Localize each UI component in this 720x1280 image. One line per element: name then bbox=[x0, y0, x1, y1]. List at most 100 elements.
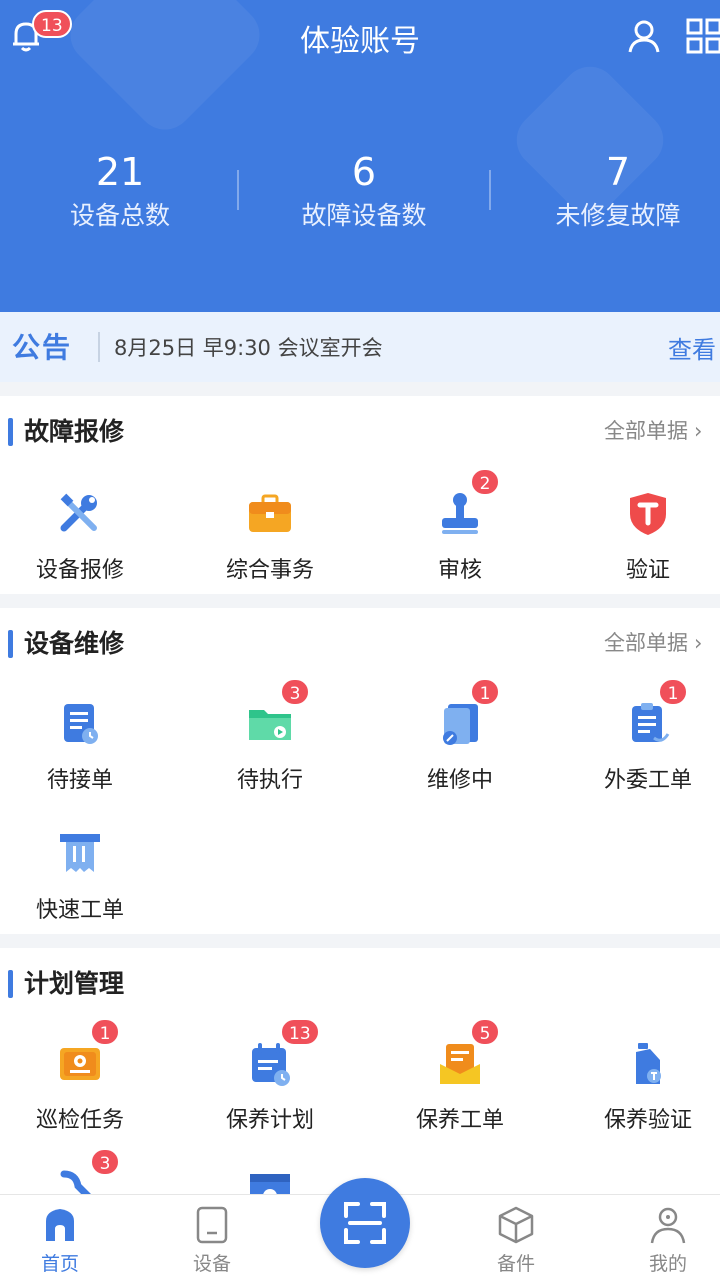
announcement-tag: 公告 bbox=[12, 331, 73, 364]
section-title: 计划管理 bbox=[24, 969, 125, 998]
app-page: 13 体验账号 21 设备总数 6 故障设备数 7 未修复故障 公告 8月25日… bbox=[0, 0, 720, 1280]
nav-label: 我的 bbox=[648, 1253, 687, 1275]
chevron-right-icon: › bbox=[694, 631, 703, 655]
tile-label: 保养验证 bbox=[603, 1108, 692, 1133]
stat-total-devices[interactable]: 21 设备总数 bbox=[0, 148, 240, 236]
tile-label: 审核 bbox=[437, 558, 482, 583]
tile-device-repair[interactable]: 设备报修 bbox=[0, 490, 170, 610]
section-plan-management: 计划管理 1 巡检任务 13 保养计划 5 保养工单 保养验证 3 bbox=[0, 948, 720, 1214]
nav-devices[interactable]: 设备 bbox=[152, 1205, 272, 1276]
count-badge: 1 bbox=[90, 1018, 120, 1046]
tile-label: 综合事务 bbox=[225, 558, 314, 583]
stat-value: 21 bbox=[95, 150, 145, 194]
person-icon bbox=[650, 1207, 686, 1244]
stats-row: 21 设备总数 6 故障设备数 7 未修复故障 bbox=[0, 148, 720, 248]
stat-value: 7 bbox=[605, 150, 631, 194]
tablet-icon bbox=[196, 1206, 228, 1244]
tile-general-affairs[interactable]: 综合事务 bbox=[180, 490, 360, 610]
count-badge: 2 bbox=[470, 468, 500, 496]
announcement-text: 8月25日 早9:30 会议室开会 bbox=[114, 336, 383, 360]
count-badge: 1 bbox=[470, 678, 500, 706]
tile-pending-accept[interactable]: 待接单 bbox=[0, 700, 170, 820]
tile-label: 设备报修 bbox=[35, 558, 124, 583]
top-bar: 13 体验账号 bbox=[0, 0, 720, 72]
tools-icon bbox=[56, 490, 104, 538]
count-badge: 13 bbox=[280, 1018, 320, 1046]
count-badge: 3 bbox=[90, 1148, 120, 1176]
user-icon bbox=[628, 20, 660, 53]
stat-label: 故障设备数 bbox=[301, 201, 427, 230]
folder-play-icon bbox=[246, 700, 294, 748]
home-icon bbox=[46, 1209, 74, 1241]
clipboard-clock-icon bbox=[56, 700, 104, 748]
tile-label: 保养工单 bbox=[415, 1108, 504, 1133]
tile-label: 外委工单 bbox=[603, 768, 692, 793]
section-marker bbox=[8, 418, 13, 446]
nav-mine[interactable]: 我的 bbox=[608, 1205, 720, 1276]
section-marker bbox=[8, 630, 13, 658]
page-title: 体验账号 bbox=[300, 24, 420, 59]
all-documents-link[interactable]: 全部单据 › bbox=[604, 415, 702, 445]
view-announcement-link[interactable]: 查看 bbox=[668, 330, 716, 365]
count-badge: 1 bbox=[658, 678, 688, 706]
tile-label: 巡检任务 bbox=[35, 1108, 124, 1133]
apps-button[interactable] bbox=[684, 16, 720, 56]
grid-icon bbox=[686, 18, 720, 54]
tile-outsourced-order[interactable]: 1 外委工单 bbox=[558, 678, 720, 820]
nav-label: 设备 bbox=[192, 1253, 231, 1275]
chevron-right-icon: › bbox=[694, 419, 703, 443]
all-documents-link[interactable]: 全部单据 › bbox=[604, 627, 702, 657]
tile-label: 维修中 bbox=[426, 768, 493, 793]
divider bbox=[237, 170, 239, 210]
divider bbox=[489, 170, 491, 210]
scan-icon bbox=[344, 1202, 386, 1244]
stat-label: 设备总数 bbox=[69, 201, 170, 230]
stat-faulty-devices[interactable]: 6 故障设备数 bbox=[244, 148, 484, 236]
oil-bottle-icon bbox=[624, 1040, 672, 1088]
clipboard-list-icon bbox=[624, 700, 672, 748]
location-card-icon bbox=[56, 1040, 104, 1088]
header-banner: 13 体验账号 21 设备总数 6 故障设备数 7 未修复故障 bbox=[0, 0, 720, 312]
tile-label: 待接单 bbox=[46, 768, 113, 793]
tile-pending-execute[interactable]: 3 待执行 bbox=[180, 678, 360, 820]
announcement-bar[interactable]: 公告 8月25日 早9:30 会议室开会 查看 bbox=[0, 312, 720, 382]
nav-spare-parts[interactable]: 备件 bbox=[456, 1205, 576, 1276]
section-title: 故障报修 bbox=[24, 417, 125, 446]
nav-label: 备件 bbox=[496, 1253, 535, 1275]
user-button[interactable] bbox=[624, 16, 664, 56]
stat-unrepaired-faults[interactable]: 7 未修复故障 bbox=[498, 148, 720, 236]
box-icon bbox=[498, 1206, 534, 1244]
tile-maintenance-plan[interactable]: 13 保养计划 bbox=[180, 1018, 360, 1160]
mail-doc-icon bbox=[436, 1040, 484, 1088]
tile-label: 验证 bbox=[625, 558, 670, 583]
tile-label: 待执行 bbox=[236, 768, 303, 793]
section-fault-report: 故障报修 全部单据 › 设备报修 综合事务 2 审核 验证 bbox=[0, 396, 720, 594]
count-badge: 5 bbox=[470, 1018, 500, 1046]
stamp-icon bbox=[436, 490, 484, 538]
count-badge: 3 bbox=[280, 678, 310, 706]
divider bbox=[98, 332, 100, 362]
tile-inspection-task[interactable]: 1 巡检任务 bbox=[0, 1018, 170, 1160]
nav-home[interactable]: 首页 bbox=[0, 1205, 120, 1276]
tile-label: 保养计划 bbox=[225, 1108, 314, 1133]
tile-label: 快速工单 bbox=[35, 898, 124, 923]
scan-button[interactable] bbox=[320, 1178, 410, 1268]
tile-verification[interactable]: 验证 bbox=[558, 490, 720, 610]
section-title: 设备维修 bbox=[24, 629, 125, 658]
nav-label: 首页 bbox=[40, 1253, 79, 1275]
shield-icon bbox=[624, 490, 672, 538]
briefcase-icon bbox=[246, 490, 294, 538]
tile-maintenance-verification[interactable]: 保养验证 bbox=[558, 1040, 720, 1160]
tile-quick-order[interactable]: 快速工单 bbox=[0, 830, 170, 950]
stat-value: 6 bbox=[351, 150, 377, 194]
tile-maintenance-order[interactable]: 5 保养工单 bbox=[370, 1018, 550, 1160]
tile-review[interactable]: 2 审核 bbox=[370, 468, 550, 610]
link-label: 全部单据 bbox=[604, 419, 688, 443]
stat-label: 未修复故障 bbox=[555, 201, 681, 230]
calendar-icon bbox=[246, 1040, 294, 1088]
book-wrench-icon bbox=[436, 700, 484, 748]
link-label: 全部单据 bbox=[604, 631, 688, 655]
receipt-icon bbox=[56, 830, 104, 878]
tile-under-repair[interactable]: 1 维修中 bbox=[370, 678, 550, 820]
section-device-maintenance: 设备维修 全部单据 › 待接单 3 待执行 1 维修中 1 外委工单 快速工单 bbox=[0, 608, 720, 934]
